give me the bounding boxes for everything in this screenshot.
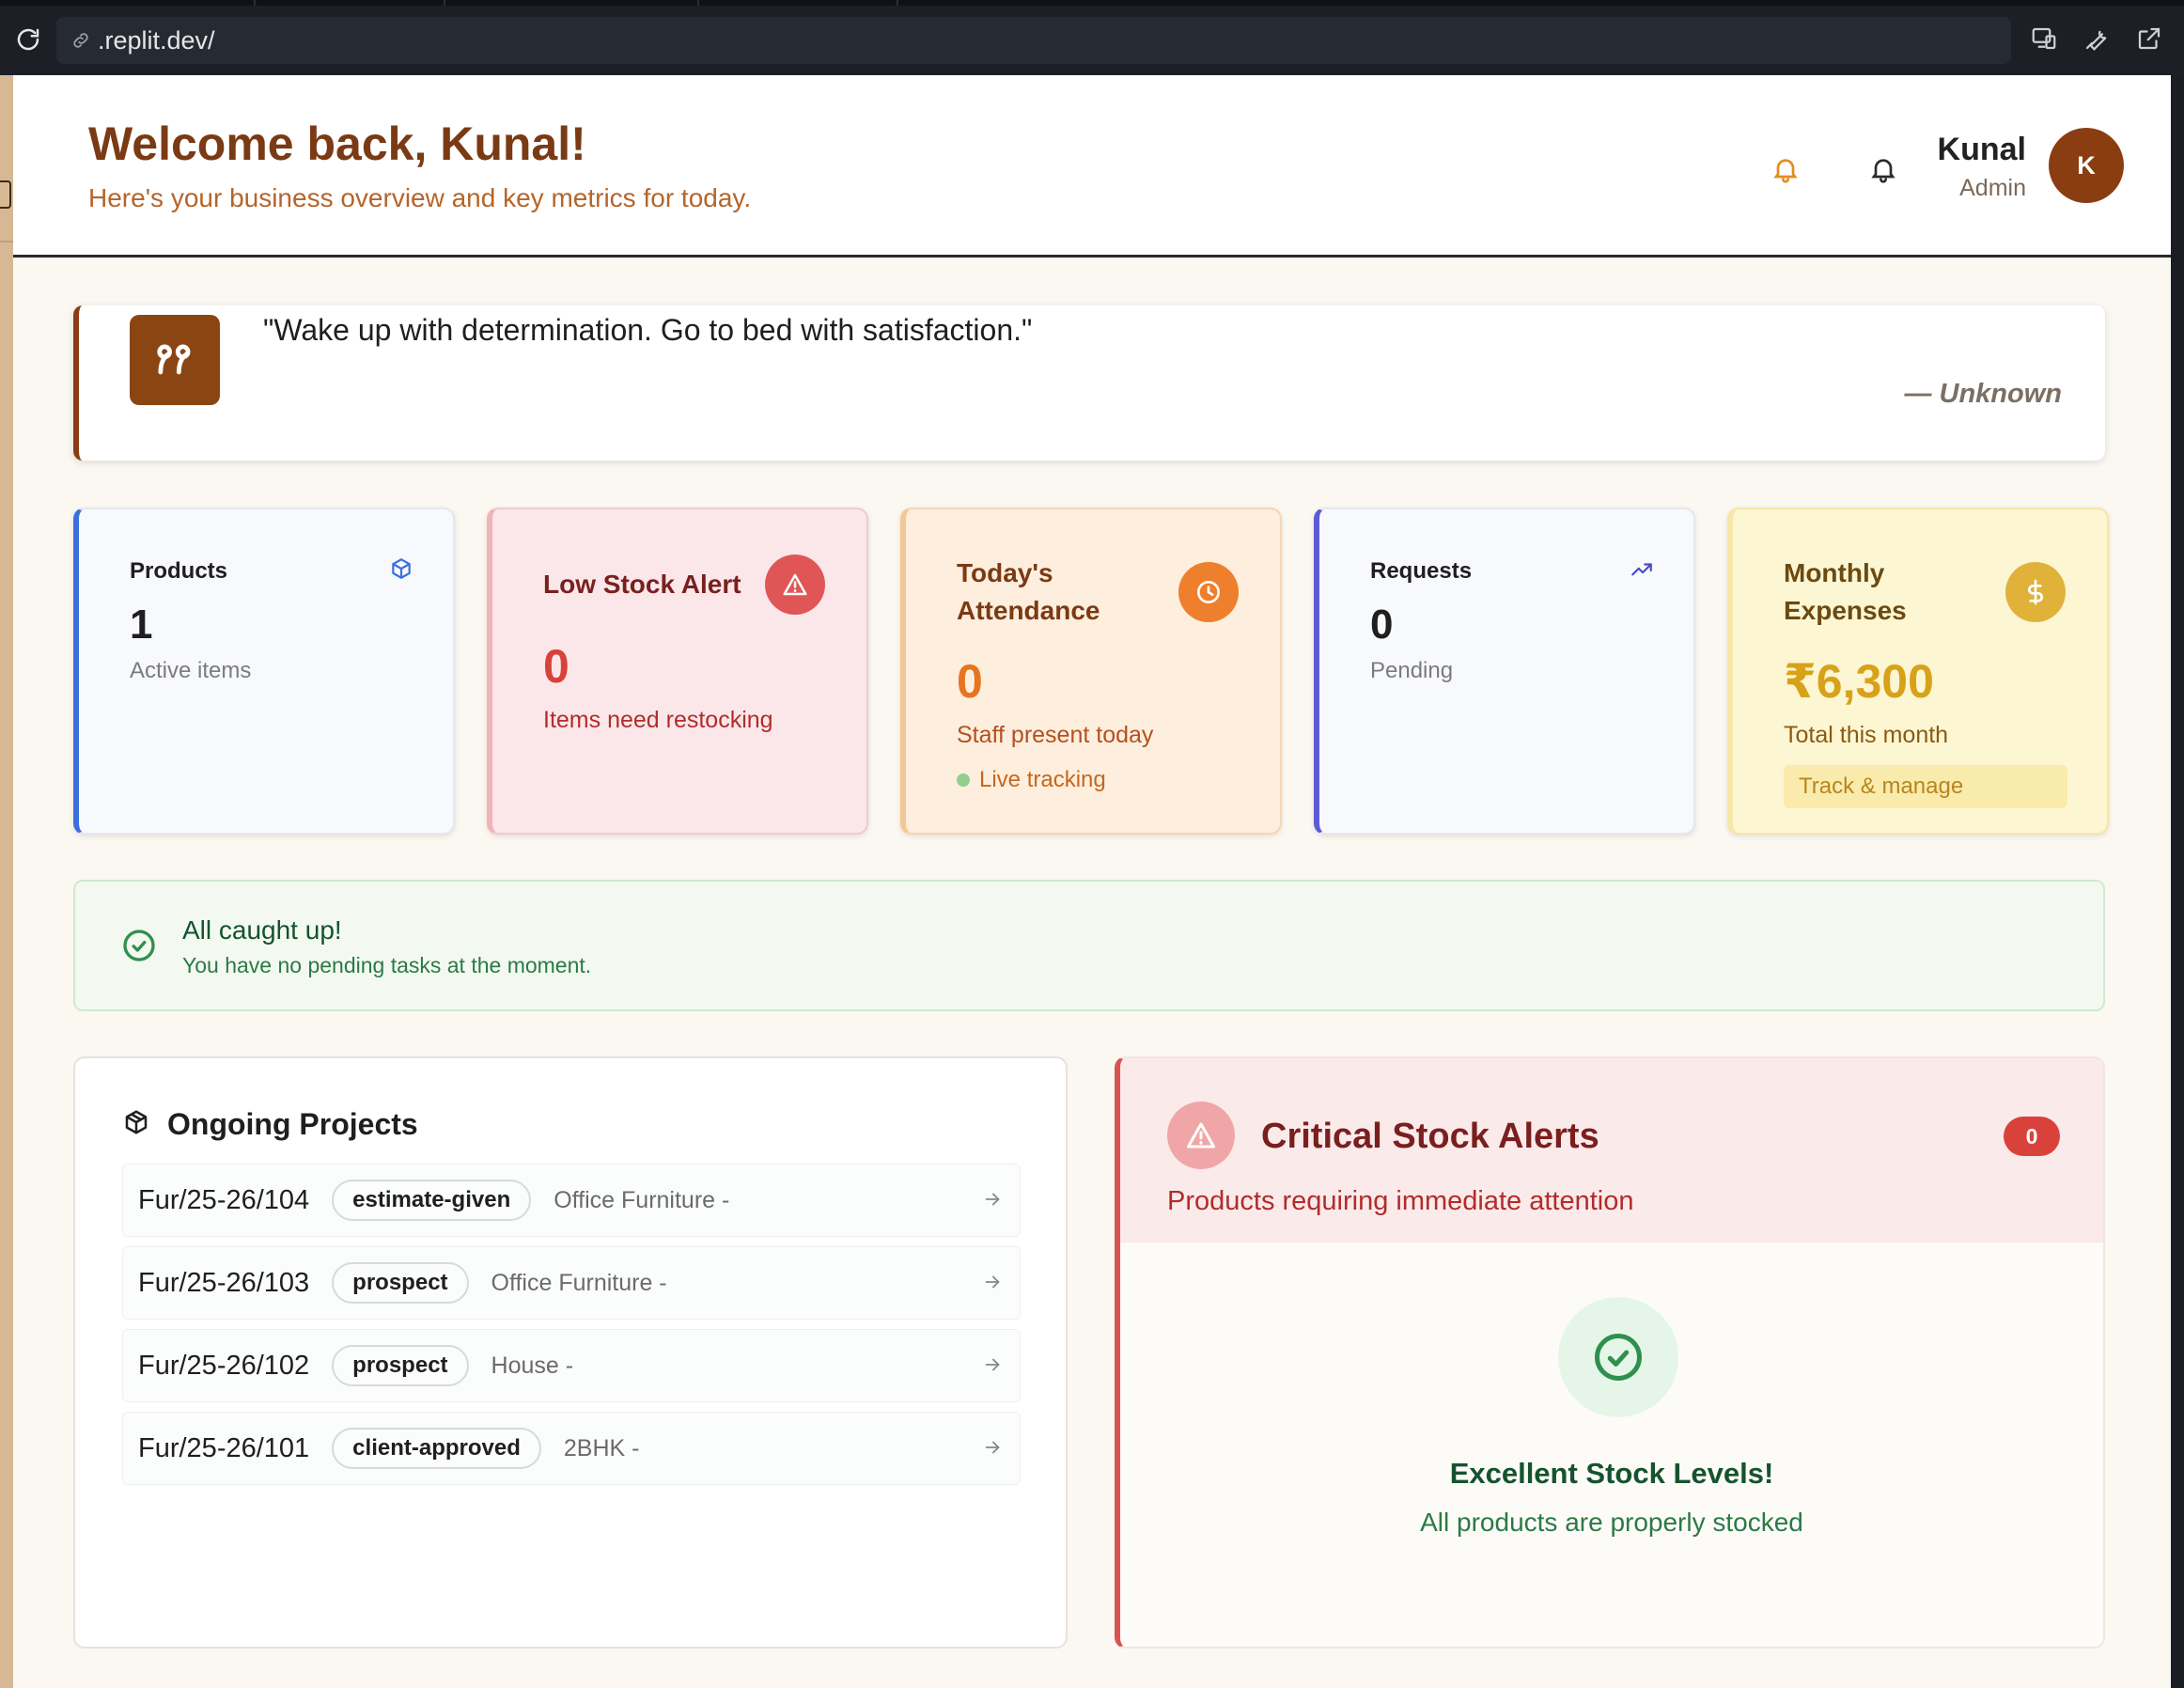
user-role: Admin [1959, 175, 2026, 201]
cube-icon [389, 556, 413, 581]
browser-actions [2028, 23, 2165, 55]
project-row[interactable]: Fur/25-26/104 estimate-given Office Furn… [122, 1164, 1021, 1237]
requests-card[interactable]: Requests 0 Pending [1314, 508, 1695, 835]
project-status-badge: client-approved [332, 1428, 541, 1469]
low-stock-value: 0 [543, 640, 569, 693]
arrow-right-icon[interactable] [982, 1437, 1003, 1458]
tab-separator [254, 0, 256, 6]
project-status-badge: prospect [332, 1262, 469, 1304]
expenses-value: ₹6,300 [1784, 655, 1934, 708]
projects-title: Ongoing Projects [167, 1107, 418, 1141]
project-row[interactable]: Fur/25-26/103 prospect Office Furniture … [122, 1246, 1021, 1320]
project-status-badge: estimate-given [332, 1180, 532, 1221]
attendance-value: 0 [957, 655, 983, 708]
external-link-icon[interactable] [2133, 23, 2165, 55]
critical-stock-alerts-card: Critical Stock Alerts 0 Products requiri… [1115, 1056, 2105, 1649]
critical-subtitle: Products requiring immediate attention [1167, 1186, 1634, 1216]
avatar[interactable]: K [2049, 128, 2124, 203]
dashboard-page: Welcome back, Kunal! Here's your busines… [13, 75, 2171, 1688]
critical-count-badge: 0 [2004, 1117, 2060, 1156]
requests-value: 0 [1370, 602, 1394, 648]
expenses-title-2: Expenses [1784, 596, 1907, 625]
caught-up-title: All caught up! [182, 915, 342, 945]
url-bar[interactable]: .replit.dev/ [56, 17, 2011, 64]
requests-title: Requests [1370, 558, 1473, 584]
sidebar-edge [0, 75, 13, 1688]
products-sub: Active items [130, 658, 252, 683]
attendance-title-1: Today's [957, 558, 1053, 587]
ongoing-projects-card: Ongoing Projects Fur/25-26/104 estimate-… [73, 1056, 1068, 1649]
quote-icon [130, 315, 220, 405]
low-stock-sub: Items need restocking [543, 707, 773, 733]
products-value: 1 [130, 602, 153, 648]
tab-separator [444, 0, 445, 6]
low-stock-card[interactable]: Low Stock Alert 0 Items need restocking [487, 508, 868, 835]
project-row[interactable]: Fur/25-26/102 prospect House - [122, 1329, 1021, 1402]
caught-up-subtitle: You have no pending tasks at the moment. [182, 953, 592, 977]
arrow-right-icon[interactable] [982, 1354, 1003, 1375]
quote-card: "Wake up with determination. Go to bed w… [73, 305, 2105, 461]
project-type: Office Furniture - [554, 1186, 730, 1213]
user-name: Kunal [1937, 132, 2026, 167]
project-id: Fur/25-26/104 [138, 1184, 310, 1215]
arrow-right-icon[interactable] [982, 1189, 1003, 1210]
browser-tab-strip [0, 0, 2184, 6]
notification-bell-icon[interactable] [1863, 148, 1904, 190]
dollar-icon [2005, 562, 2066, 622]
reload-icon[interactable] [11, 23, 45, 56]
link-icon [68, 27, 94, 54]
warning-icon [1167, 1102, 1235, 1169]
low-stock-title: Low Stock Alert [543, 570, 741, 599]
all-caught-up-banner: All caught up! You have no pending tasks… [73, 880, 2105, 1011]
wrench-icon[interactable] [2081, 23, 2113, 55]
attendance-card[interactable]: Today's Attendance 0 Staff present today… [900, 508, 1282, 835]
track-manage-button[interactable]: Track & manage [1784, 765, 2067, 808]
check-circle-icon [1558, 1297, 1678, 1417]
projects-header: Ongoing Projects [122, 1107, 418, 1142]
trending-up-icon [1630, 558, 1654, 583]
attendance-title-2: Attendance [957, 596, 1100, 625]
critical-body: Excellent Stock Levels! All products are… [1120, 1243, 2103, 1647]
project-type: 2BHK - [563, 1434, 640, 1461]
expenses-sub: Total this month [1784, 722, 1949, 748]
page-title: Welcome back, Kunal! [88, 117, 586, 170]
page-subtitle: Here's your business overview and key me… [88, 183, 752, 212]
project-status-badge: prospect [332, 1345, 469, 1386]
page-header: Welcome back, Kunal! Here's your busines… [13, 75, 2171, 258]
arrow-right-icon[interactable] [982, 1272, 1003, 1292]
project-row[interactable]: Fur/25-26/101 client-approved 2BHK - [122, 1412, 1021, 1485]
divider [0, 241, 13, 242]
clock-icon [1178, 562, 1239, 622]
live-dot-icon [957, 774, 970, 787]
products-card[interactable]: Products 1 Active items [73, 508, 455, 835]
project-type: Office Furniture - [491, 1269, 667, 1296]
devices-icon[interactable] [2028, 23, 2060, 55]
alert-bell-icon[interactable] [1765, 148, 1806, 190]
tab-separator [897, 0, 898, 6]
expenses-card[interactable]: Monthly Expenses ₹6,300 Total this month… [1727, 508, 2109, 835]
attendance-sub: Staff present today [957, 722, 1154, 748]
browser-toolbar: .replit.dev/ [0, 0, 2184, 75]
alert-triangle-icon [765, 555, 825, 615]
tab-separator [697, 0, 699, 6]
quote-text: "Wake up with determination. Go to bed w… [263, 313, 1033, 347]
project-id: Fur/25-26/101 [138, 1432, 310, 1463]
project-type: House - [491, 1352, 574, 1379]
stock-ok-title: Excellent Stock Levels! [1449, 1457, 1774, 1490]
critical-header: Critical Stock Alerts 0 Products requiri… [1120, 1058, 2103, 1243]
sidebar-toggle-icon[interactable] [0, 180, 11, 209]
live-tracking-label: Live tracking [979, 767, 1106, 792]
live-tracking: Live tracking [957, 767, 1106, 793]
requests-sub: Pending [1370, 658, 1454, 683]
expenses-title-1: Monthly [1784, 558, 1885, 587]
quote-author: — Unknown [1904, 379, 2062, 409]
project-id: Fur/25-26/102 [138, 1350, 310, 1381]
project-id: Fur/25-26/103 [138, 1267, 310, 1298]
check-circle-icon [120, 927, 158, 964]
products-title: Products [130, 558, 228, 584]
package-icon [122, 1108, 150, 1141]
url-text: .replit.dev/ [98, 25, 215, 55]
stock-ok-subtitle: All products are properly stocked [1420, 1508, 1803, 1537]
critical-title: Critical Stock Alerts [1261, 1117, 1599, 1156]
